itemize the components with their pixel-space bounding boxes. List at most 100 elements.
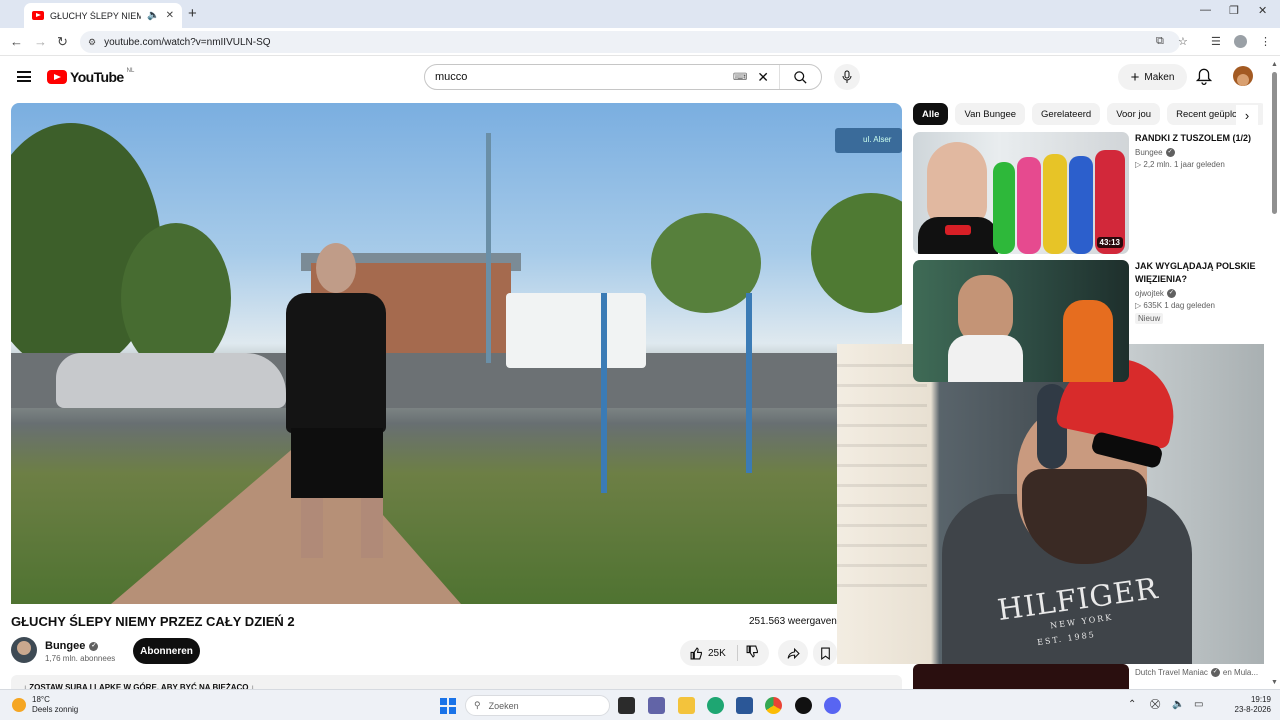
video-street-sign: ul. Alser bbox=[835, 128, 902, 153]
youtube-logo[interactable]: YouTube NL bbox=[47, 68, 135, 85]
create-button[interactable]: + Maken bbox=[1118, 64, 1187, 90]
search-icon: ⚲ bbox=[474, 700, 481, 710]
youtube-header: YouTube NL ⌨ ✕ + Maken bbox=[0, 56, 1280, 100]
share-button[interactable] bbox=[778, 640, 808, 666]
teams-icon[interactable] bbox=[648, 697, 665, 714]
taskbar-search[interactable]: ⚲ Zoeken bbox=[465, 695, 610, 716]
chrome-icon[interactable] bbox=[765, 697, 782, 714]
temperature: 18°C bbox=[32, 695, 50, 704]
file-explorer-icon[interactable] bbox=[678, 697, 695, 714]
recommended-channel[interactable]: Bungee bbox=[1135, 148, 1163, 157]
back-icon[interactable]: ← bbox=[10, 34, 23, 49]
related-filter-chips: Alle Van Bungee Gerelateerd Voor jou Rec… bbox=[913, 103, 1263, 125]
description-box[interactable]: ↓ ZOSTAW SUBA I LAPKE W GÓRE, ABY BYĆ NA… bbox=[11, 675, 902, 689]
like-dislike-group: 25K bbox=[680, 640, 769, 666]
recommended-channel[interactable]: ojwojtek bbox=[1135, 289, 1164, 298]
channel-name-row[interactable]: Bungee ✓ bbox=[45, 640, 99, 652]
scroll-down-icon[interactable]: ▼ bbox=[1271, 679, 1278, 686]
video-scene-car bbox=[56, 353, 286, 408]
close-tab-icon[interactable]: ✕ bbox=[166, 10, 174, 21]
edge-icon[interactable] bbox=[707, 697, 724, 714]
partial-channel[interactable]: Dutch Travel Maniac bbox=[1135, 668, 1208, 677]
reload-icon[interactable]: ↻ bbox=[57, 34, 68, 50]
country-code: NL bbox=[126, 68, 135, 74]
chip-related[interactable]: Gerelateerd bbox=[1032, 103, 1101, 125]
recommended-title[interactable]: RANDKI Z TUSZOLEM (1/2) bbox=[1135, 132, 1263, 145]
search-button[interactable] bbox=[779, 65, 821, 89]
new-tab-icon[interactable]: + bbox=[188, 5, 197, 22]
clock-time: 19:19 bbox=[1250, 695, 1271, 704]
maximize-icon[interactable]: ❐ bbox=[1229, 4, 1239, 17]
recommended-title[interactable]: JAK WYGLĄDAJĄ POLSKIE WIĘZIENIA? bbox=[1135, 260, 1263, 286]
share-icon bbox=[787, 647, 800, 659]
notifications-bell-icon[interactable] bbox=[1195, 68, 1213, 88]
like-count: 25K bbox=[708, 647, 726, 659]
address-bar-row: ← → ↻ ⚙ youtube.com/watch?v=nmIIVULN-SQ … bbox=[0, 28, 1280, 56]
taskbar-clock[interactable]: 19:19 23-8-2026 bbox=[1226, 695, 1271, 715]
browser-menu-icon[interactable]: ⋮ bbox=[1260, 35, 1271, 48]
clear-search-icon[interactable]: ✕ bbox=[757, 69, 769, 86]
save-button[interactable] bbox=[813, 640, 837, 666]
recommended-video[interactable]: JAK WYGLĄDAJĄ POLSKIE WIĘZIENIA? ojwojte… bbox=[913, 260, 1263, 382]
plus-icon: + bbox=[1130, 68, 1140, 86]
recommended-channel-row: ojwojtek ✓ bbox=[1135, 289, 1263, 298]
chip-all[interactable]: Alle bbox=[913, 103, 949, 125]
install-app-icon[interactable]: ⧉ bbox=[1156, 35, 1164, 48]
recommended-video[interactable]: 43:13 RANDKI Z TUSZOLEM (1/2) Bungee ✓ ▷… bbox=[913, 132, 1263, 254]
video-scene-skater bbox=[266, 243, 406, 573]
keyboard-icon[interactable]: ⌨ bbox=[733, 72, 747, 83]
like-button[interactable]: 25K bbox=[680, 645, 738, 661]
app-icon[interactable] bbox=[795, 697, 812, 714]
scroll-up-icon[interactable]: ▲ bbox=[1271, 61, 1278, 68]
store-icon[interactable] bbox=[736, 697, 753, 714]
account-avatar[interactable] bbox=[1233, 66, 1253, 86]
search-input[interactable] bbox=[425, 71, 733, 83]
recommended-views: ▷ 2,2 mln. 1 jaar geleden bbox=[1135, 160, 1225, 169]
forward-icon[interactable]: → bbox=[34, 34, 47, 49]
video-player[interactable]: ul. Alser bbox=[11, 103, 902, 604]
site-settings-icon[interactable]: ⚙ bbox=[88, 37, 96, 48]
browser-profile-avatar[interactable] bbox=[1234, 35, 1247, 48]
battery-icon[interactable]: ▭ bbox=[1194, 699, 1203, 710]
recommended-meta: JAK WYGLĄDAJĄ POLSKIE WIĘZIENIA? ojwojte… bbox=[1135, 260, 1263, 324]
chip-for-you[interactable]: Voor jou bbox=[1107, 103, 1161, 125]
network-icon[interactable]: ⛒ bbox=[1150, 699, 1160, 710]
volume-icon[interactable]: 🔈 bbox=[1172, 699, 1184, 710]
discord-icon[interactable] bbox=[824, 697, 841, 714]
video-thumbnail-partial[interactable] bbox=[913, 664, 1129, 689]
verified-icon: ✓ bbox=[89, 641, 99, 651]
tray-chevron-up-icon[interactable]: ⌃ bbox=[1128, 699, 1136, 710]
dislike-button[interactable] bbox=[738, 645, 759, 661]
channel-avatar[interactable] bbox=[11, 637, 37, 663]
subscribe-button[interactable]: Abonneren bbox=[133, 638, 200, 664]
browser-tab[interactable]: GŁUCHY ŚLEPY NIEMY PRZE 🔈 ✕ bbox=[24, 3, 182, 28]
channel-name[interactable]: Bungee bbox=[45, 640, 85, 652]
minimize-icon[interactable]: — bbox=[1200, 4, 1211, 16]
video-duration: 43:13 bbox=[1096, 237, 1123, 248]
menu-icon[interactable] bbox=[17, 71, 31, 82]
new-badge: Nieuw bbox=[1135, 313, 1164, 324]
windows-start-icon[interactable] bbox=[440, 698, 456, 714]
subscriber-count: 1,76 mln. abonnees bbox=[45, 654, 116, 663]
voice-search-button[interactable] bbox=[834, 64, 860, 90]
weather-widget[interactable]: 18°C Deels zonnig bbox=[12, 695, 78, 715]
bookmark-star-icon[interactable]: ☆ bbox=[1178, 35, 1188, 48]
speaker-icon[interactable]: 🔈 bbox=[147, 10, 159, 21]
video-scene-tree bbox=[121, 223, 231, 373]
reading-list-icon[interactable]: ☰ bbox=[1211, 35, 1221, 48]
video-scene-sign-pole bbox=[746, 293, 752, 473]
video-thumbnail[interactable]: 43:13 bbox=[913, 132, 1129, 254]
partial-recommendation-meta: Dutch Travel Maniac ✓ en Mula... bbox=[1135, 668, 1258, 677]
url-bar[interactable]: ⚙ youtube.com/watch?v=nmIIVULN-SQ bbox=[80, 31, 1180, 53]
recommended-channel-row: Bungee ✓ bbox=[1135, 148, 1263, 157]
chevron-right-icon[interactable]: › bbox=[1236, 105, 1258, 125]
video-thumbnail[interactable] bbox=[913, 260, 1129, 382]
video-scene-lamp-pole bbox=[486, 133, 491, 363]
windows-taskbar: 18°C Deels zonnig ⚲ Zoeken ⌃ ⛒ 🔈 ▭ 19:19… bbox=[0, 689, 1280, 720]
task-view-icon[interactable] bbox=[618, 697, 635, 714]
chip-from-bungee[interactable]: Van Bungee bbox=[955, 103, 1026, 125]
streamer-facecam-overlay: HILFIGER NEW YORK EST. 1985 bbox=[837, 344, 1264, 664]
page-scrollbar-thumb[interactable] bbox=[1272, 72, 1277, 214]
close-window-icon[interactable]: ✕ bbox=[1258, 4, 1267, 17]
microphone-icon bbox=[842, 70, 852, 83]
